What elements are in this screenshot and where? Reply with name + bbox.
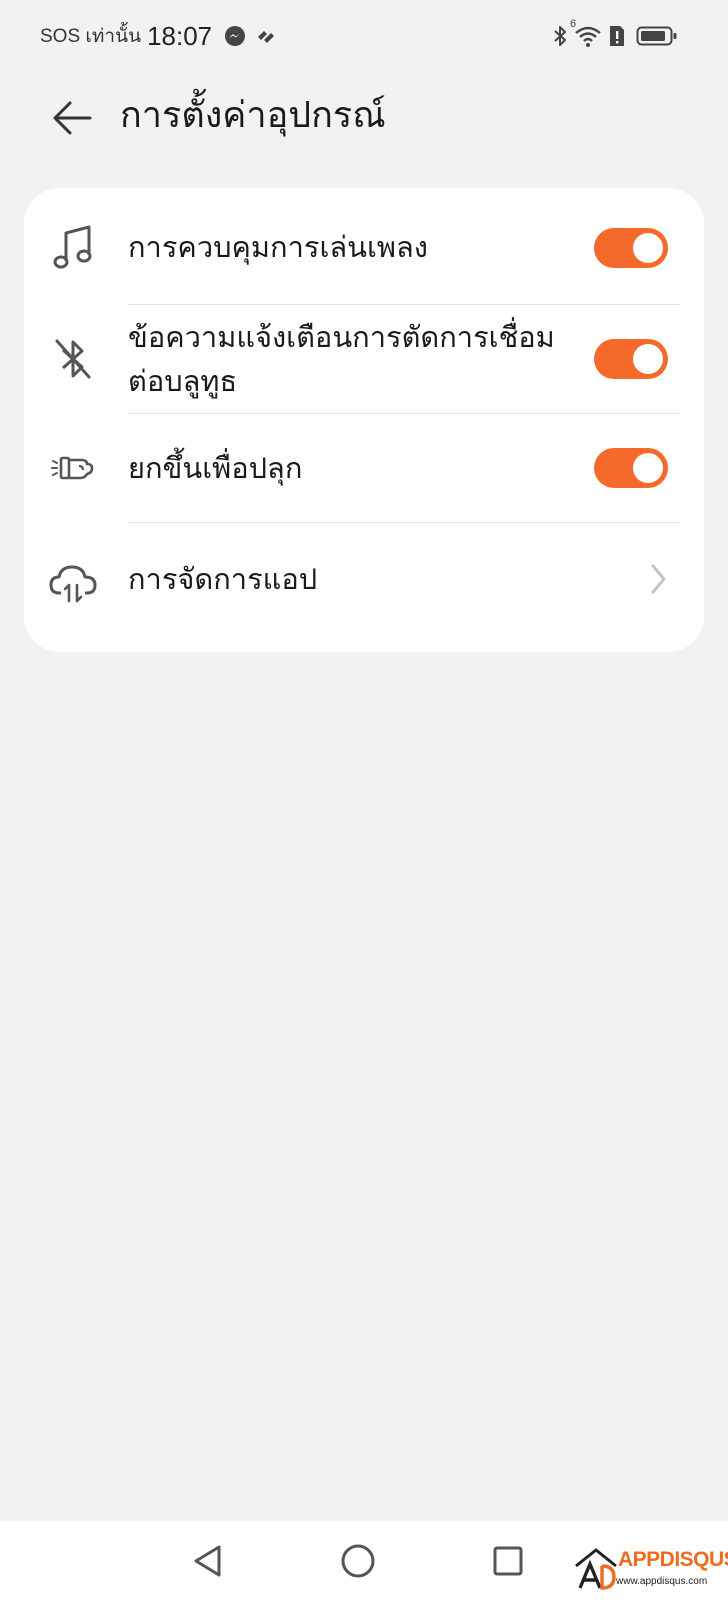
- raise-to-wake-toggle[interactable]: [594, 448, 668, 488]
- cloud-sync-icon: [48, 557, 98, 607]
- status-bar: SOS เท่านั้น 18:07 6: [0, 0, 728, 72]
- alert-icon: [608, 24, 626, 48]
- settings-item-label: การควบคุมการเล่นเพลง: [128, 230, 428, 264]
- watermark-brand: APPDISQUS: [618, 1548, 728, 1571]
- nav-back-button[interactable]: [186, 1539, 230, 1583]
- clock: 18:07: [147, 20, 213, 51]
- nav-home-button[interactable]: [336, 1539, 380, 1583]
- nav-recents-button[interactable]: [486, 1539, 530, 1583]
- toggle-knob: [633, 344, 663, 374]
- chevron-right-icon: [644, 561, 672, 597]
- battery-icon: [636, 25, 678, 47]
- toggle-knob: [633, 233, 663, 263]
- page-title: การตั้งค่าอุปกรณ์: [120, 95, 386, 136]
- messenger-icon: [224, 25, 246, 47]
- music-control-toggle[interactable]: [594, 228, 668, 268]
- back-button[interactable]: [48, 94, 96, 142]
- wifi-icon: 6: [570, 18, 602, 48]
- watermark: APPDISQUS www.appdisqus.com: [572, 1540, 728, 1596]
- settings-item-bluetooth-disconnect-alert[interactable]: ข้อความแจ้งเตือนการตัดการเชื่อมต่อบลูทูธ: [24, 305, 704, 413]
- settings-item-raise-to-wake[interactable]: ยกขึ้นเพื่อปลุก: [24, 414, 704, 522]
- wifi-6-label: 6: [570, 18, 577, 30]
- toggle-knob: [633, 453, 663, 483]
- bluetooth-off-icon: [48, 334, 98, 384]
- navigation-bar: APPDISQUS www.appdisqus.com: [0, 1521, 728, 1600]
- home-circle-icon: [341, 1544, 375, 1578]
- status-bar-right: 6: [552, 18, 678, 52]
- bluetooth-icon: [552, 24, 568, 48]
- settings-item-music-control[interactable]: การควบคุมการเล่นเพลง: [24, 188, 704, 304]
- sos-text: SOS เท่านั้น: [40, 26, 142, 47]
- back-triangle-icon: [194, 1545, 221, 1577]
- watermark-logo-mark: [575, 1548, 617, 1590]
- watermark-url: www.appdisqus.com: [616, 1576, 708, 1587]
- header: การตั้งค่าอุปกรณ์: [0, 80, 728, 160]
- music-note-icon: [48, 222, 98, 272]
- settings-item-label: ยกขึ้นเพื่อปลุก: [128, 451, 303, 485]
- settings-item-app-management[interactable]: การจัดการแอป: [24, 523, 704, 652]
- status-bar-left: SOS เท่านั้น 18:07: [40, 18, 278, 54]
- recents-square-icon: [493, 1546, 523, 1576]
- settings-item-label: การจัดการแอป: [128, 562, 318, 596]
- bluetooth-disconnect-toggle[interactable]: [594, 339, 668, 379]
- settings-item-label: ข้อความแจ้งเตือนการตัดการเชื่อมต่อบลูทูธ: [128, 320, 555, 398]
- raise-wrist-icon: [48, 443, 98, 493]
- app-notification-icon: [254, 25, 278, 47]
- arrow-left-icon: [53, 101, 92, 135]
- settings-card: การควบคุมการเล่นเพลง ข้อความแจ้งเตือนการ…: [24, 188, 704, 652]
